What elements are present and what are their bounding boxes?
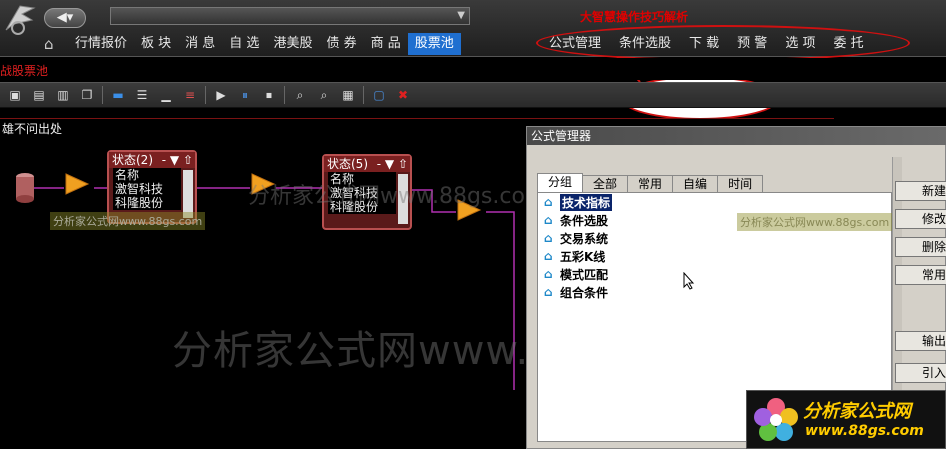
menu-item-news[interactable]: 消 息 xyxy=(178,33,222,55)
stock-pool-label: 战股票池 xyxy=(0,64,49,78)
node-controls-icon[interactable]: - ▼ ⇧ xyxy=(162,152,195,168)
edit-button[interactable]: 修改 xyxy=(895,209,946,229)
menu-item-sectors[interactable]: 板 块 xyxy=(134,33,178,55)
menu-item-quotes[interactable]: 行情报价 xyxy=(68,33,134,55)
toolbar-divider xyxy=(363,86,364,104)
common-button[interactable]: 常用 xyxy=(895,265,946,285)
folder-icon: ⌂ xyxy=(544,285,553,299)
toolbar-divider xyxy=(284,86,285,104)
annotation-ellipse xyxy=(536,25,910,61)
distribute-icon[interactable]: ≡ xyxy=(181,86,199,104)
align-center-icon[interactable]: ☰ xyxy=(133,86,151,104)
canvas-title: 雄不问出处 xyxy=(2,122,63,136)
watermark: 分析家公式网www.88gs.com xyxy=(737,213,893,231)
state-node-header: 状态(5) - ▼ ⇧ xyxy=(324,156,410,172)
search-list-icon[interactable]: ⌕ xyxy=(315,86,333,104)
search-icon[interactable]: ⌕ xyxy=(291,86,309,104)
folder-icon: ⌂ xyxy=(544,231,553,245)
brand-name: 分析家公式网 xyxy=(803,401,911,422)
brand-logo: 分析家公式网 www.88gs.com xyxy=(746,390,946,449)
list-header: 名称 xyxy=(115,168,140,182)
dialog-title[interactable]: 公式管理器 xyxy=(527,127,946,145)
toolbar: ▣ ▤ ▥ ❐ ▬ ☰ ▁ ≡ ▶ ⏸ ⏹ ⌕ ⌕ ▦ ▢ ✖ xyxy=(0,82,946,108)
play-icon[interactable]: ▶ xyxy=(212,86,230,104)
flower-logo-icon xyxy=(754,398,798,441)
dialog-tabs: 分组 全部 常用 自编 时间 xyxy=(537,173,764,192)
address-bar[interactable]: ▼ xyxy=(110,7,470,25)
menu-item-stock-pool[interactable]: 股票池 xyxy=(407,33,461,55)
sub-bar xyxy=(0,58,946,80)
open-icon[interactable]: ▣ xyxy=(6,86,24,104)
app-logo-icon xyxy=(5,5,36,35)
import-button[interactable]: 引入 xyxy=(895,363,946,383)
filter-node-icon[interactable] xyxy=(64,172,90,196)
delete-button[interactable]: 删除 xyxy=(895,237,946,257)
tab-time[interactable]: 时间 xyxy=(717,175,764,192)
close-icon[interactable]: ✖ xyxy=(394,86,412,104)
tree-item-pattern[interactable]: ⌂ 模式匹配 xyxy=(538,265,891,283)
menu-item-commodities[interactable]: 商 品 xyxy=(364,33,408,55)
align-top-icon[interactable]: ▬ xyxy=(109,86,127,104)
tab-common[interactable]: 常用 xyxy=(627,175,674,192)
tree-item-technical[interactable]: ⌂ 技术指标 xyxy=(538,193,891,211)
mouse-cursor-icon xyxy=(683,272,695,290)
toolbar-divider xyxy=(102,86,103,104)
list-item[interactable]: 科隆股份 xyxy=(115,196,181,210)
nav-back-button[interactable]: ◀▾ xyxy=(44,8,86,28)
tree-item-colored-k[interactable]: ⌂ 五彩K线 xyxy=(538,247,891,265)
toolbar-divider xyxy=(205,86,206,104)
main-menu: 行情报价 板 块 消 息 自 选 港美股 债 券 商 品 股票池 xyxy=(68,33,461,55)
chevron-down-icon[interactable]: ▼ xyxy=(457,10,465,21)
tab-all[interactable]: 全部 xyxy=(582,175,629,192)
list-item[interactable]: 激智科技 xyxy=(115,182,181,196)
tree-item-trading-system[interactable]: ⌂ 交易系统 xyxy=(538,229,891,247)
pause-icon[interactable]: ⏸ xyxy=(236,86,254,104)
folder-icon: ⌂ xyxy=(544,249,553,263)
brand-url: www.88gs.com xyxy=(805,423,924,439)
state-node-header: 状态(2) - ▼ ⇧ xyxy=(109,152,195,168)
database-icon[interactable] xyxy=(14,172,36,204)
save-as-icon[interactable]: ▥ xyxy=(54,86,72,104)
save-icon[interactable]: ▤ xyxy=(30,86,48,104)
state-node-title: 状态(5) xyxy=(327,157,368,171)
tab-group[interactable]: 分组 xyxy=(537,173,584,192)
window-icon[interactable]: ▢ xyxy=(370,86,388,104)
scrollbar[interactable] xyxy=(183,170,193,218)
state-node-list: 名称 激智科技 科隆股份 xyxy=(113,168,181,210)
tree-item-combined[interactable]: ⌂ 组合条件 xyxy=(538,283,891,301)
menu-item-hk-us[interactable]: 港美股 xyxy=(266,33,319,55)
folder-icon: ⌂ xyxy=(544,213,553,227)
annotation-title: 大智慧操作技巧解析 xyxy=(580,10,689,24)
node-controls-icon[interactable]: - ▼ ⇧ xyxy=(377,156,410,172)
copy-icon[interactable]: ❐ xyxy=(78,86,96,104)
stop-icon[interactable]: ⏹ xyxy=(260,86,278,104)
watermark: 分析家公式网www.88gs.com xyxy=(50,212,206,230)
export-button[interactable]: 输出 xyxy=(895,331,946,351)
watermark: 分析家公式网www.88gs.com xyxy=(248,184,547,209)
state-node-title: 状态(2) xyxy=(112,153,153,167)
folder-icon: ⌂ xyxy=(544,195,553,209)
folder-icon: ⌂ xyxy=(544,267,553,281)
list-icon[interactable]: ▦ xyxy=(339,86,357,104)
menu-item-bonds[interactable]: 债 券 xyxy=(319,33,363,55)
new-button[interactable]: 新建 xyxy=(895,181,946,201)
home-icon[interactable]: ⌂ xyxy=(44,36,62,52)
menu-item-watchlist[interactable]: 自 选 xyxy=(222,33,266,55)
align-bottom-icon[interactable]: ▁ xyxy=(157,86,175,104)
tab-custom[interactable]: 自编 xyxy=(672,175,719,192)
